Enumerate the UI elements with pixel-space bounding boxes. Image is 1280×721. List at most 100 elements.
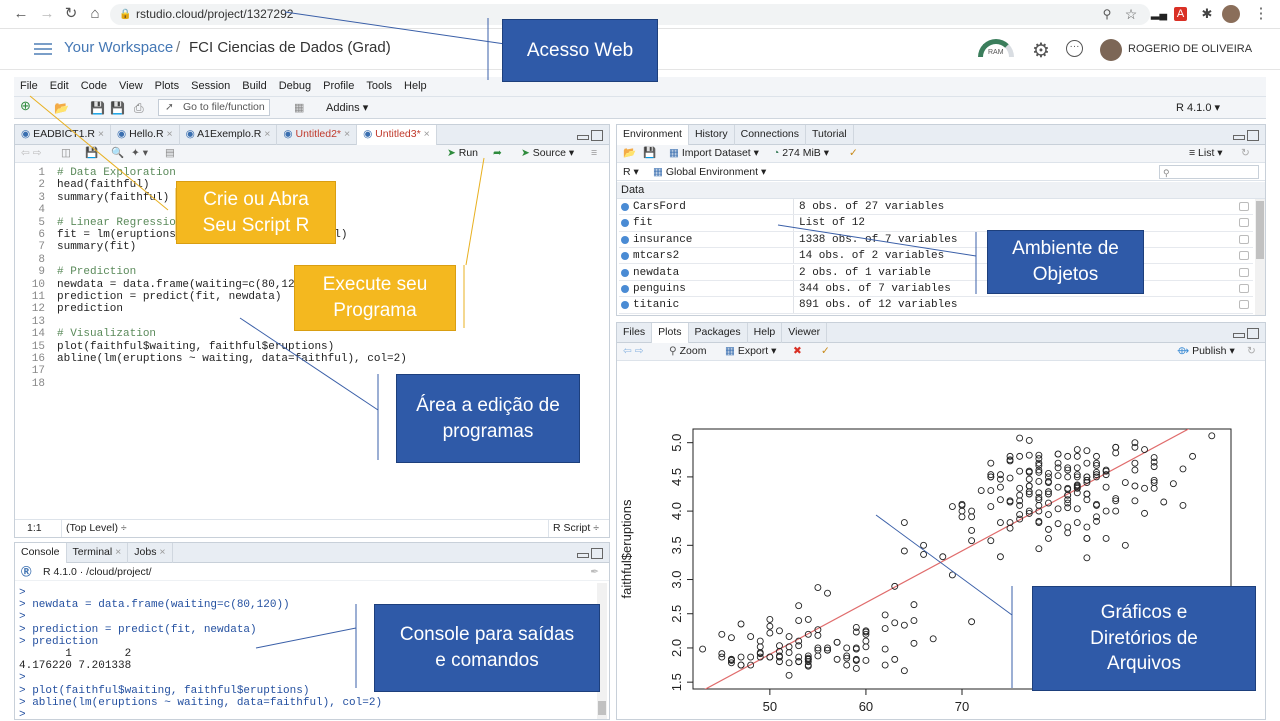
save-workspace-icon[interactable]: 💾: [643, 145, 656, 162]
expand-circle-icon[interactable]: [621, 235, 629, 244]
zoom-icon[interactable]: ⚲: [1098, 5, 1116, 23]
new-file-icon[interactable]: ⊕: [20, 98, 31, 114]
minimize-maximize-icon[interactable]: [1233, 328, 1259, 339]
env-search-input[interactable]: ⚲: [1159, 165, 1259, 179]
broom-icon[interactable]: ✓: [849, 145, 858, 162]
minimize-maximize-icon[interactable]: [577, 548, 603, 559]
tab-connections[interactable]: Connections: [735, 125, 806, 145]
nav-back-icon[interactable]: ⇦ ⇨: [21, 145, 42, 162]
import-dataset-button[interactable]: ▦ Import Dataset ▾: [669, 145, 759, 162]
refresh-icon[interactable]: ↻: [1241, 145, 1250, 162]
star-icon[interactable]: ☆: [1122, 5, 1140, 23]
rerun-icon[interactable]: ➦: [493, 145, 502, 162]
source-button[interactable]: ➤ Source ▾: [521, 145, 574, 162]
reload-icon[interactable]: ↻: [62, 5, 80, 23]
expand-circle-icon[interactable]: [621, 219, 629, 228]
run-button[interactable]: ➤ Run: [447, 145, 478, 162]
show-in-window-icon[interactable]: ◫: [61, 145, 71, 162]
profile-avatar[interactable]: [1222, 5, 1240, 23]
clear-console-icon[interactable]: ✒: [590, 563, 599, 581]
view-grid-icon[interactable]: [1239, 202, 1249, 211]
save-file-icon[interactable]: 💾: [85, 145, 98, 162]
menu-file[interactable]: File: [14, 77, 44, 96]
file-type-selector[interactable]: R Script ÷: [547, 520, 599, 537]
tab-jobs[interactable]: Jobs ×: [128, 543, 173, 563]
plot-nav-icon[interactable]: ⇦ ⇨: [623, 343, 644, 360]
tab-history[interactable]: History: [689, 125, 735, 145]
home-icon[interactable]: ⌂: [86, 5, 104, 23]
menu-help[interactable]: Help: [398, 77, 433, 96]
pdf-extension-icon[interactable]: A: [1174, 7, 1187, 21]
tab-terminal[interactable]: Terminal ×: [67, 543, 129, 563]
find-icon[interactable]: 🔍: [111, 145, 124, 162]
back-arrow-icon[interactable]: ←: [12, 5, 30, 23]
view-grid-icon[interactable]: [1239, 234, 1249, 244]
env-object-row[interactable]: fit List of 12: [619, 215, 1253, 232]
menu-code[interactable]: Code: [75, 77, 113, 96]
code-tools-icon[interactable]: ✦ ▾: [131, 145, 148, 162]
save-icon[interactable]: 💾: [90, 100, 105, 116]
menu-tools[interactable]: Tools: [360, 77, 398, 96]
tab-hello[interactable]: ◉ Hello.R ×: [111, 125, 180, 145]
menu-profile[interactable]: Profile: [317, 77, 360, 96]
env-scrollbar[interactable]: [1255, 199, 1265, 315]
view-grid-icon[interactable]: [1239, 218, 1249, 228]
goto-file-input[interactable]: ➚ Go to file/function: [158, 99, 270, 116]
hamburger-menu-icon[interactable]: [34, 43, 52, 55]
expand-circle-icon[interactable]: [621, 252, 629, 261]
expand-circle-icon[interactable]: [621, 285, 629, 293]
publish-button[interactable]: ⟴ Publish ▾: [1177, 343, 1235, 360]
puzzle-extensions-icon[interactable]: ✱: [1198, 5, 1216, 23]
tab-viewer[interactable]: Viewer: [782, 323, 828, 343]
memory-usage[interactable]: ◔ 274 MiB ▾: [773, 145, 829, 162]
workspace-link[interactable]: Your Workspace: [64, 39, 173, 56]
tab-tutorial[interactable]: Tutorial: [806, 125, 854, 145]
gear-icon[interactable]: ⚙: [1032, 38, 1050, 63]
tab-files[interactable]: Files: [617, 323, 653, 343]
ram-gauge[interactable]: RAM: [978, 39, 1016, 61]
env-object-row[interactable]: titanic 891 obs. of 12 variables: [619, 297, 1253, 314]
menu-build[interactable]: Build: [236, 77, 272, 96]
addins-button[interactable]: Addins ▾: [326, 100, 368, 116]
clear-plots-icon[interactable]: ✓: [821, 343, 830, 360]
view-grid-icon[interactable]: [1239, 267, 1249, 277]
signal-icon[interactable]: ▂▄: [1150, 5, 1168, 23]
scope-selector[interactable]: (Top Level) ÷: [61, 520, 127, 537]
tab-help[interactable]: Help: [748, 323, 783, 343]
tab-environment[interactable]: Environment: [617, 125, 689, 145]
tab-untitled3[interactable]: ◉ Untitled3* ×: [357, 125, 437, 145]
tab-plots[interactable]: Plots: [652, 323, 689, 343]
open-folder-icon[interactable]: 📂: [54, 100, 69, 116]
compile-report-icon[interactable]: ▤: [165, 145, 175, 162]
load-workspace-icon[interactable]: 📂: [623, 145, 636, 162]
env-object-row[interactable]: newdata 2 obs. of 1 variable: [619, 264, 1253, 281]
tab-a1exemplo[interactable]: ◉ A1Exemplo.R ×: [180, 125, 278, 145]
user-avatar[interactable]: [1100, 39, 1122, 61]
zoom-button[interactable]: ⚲ Zoom: [669, 343, 706, 360]
export-button[interactable]: ▦ Export ▾: [725, 343, 776, 360]
env-object-row[interactable]: CarsFord 8 obs. of 27 variables: [619, 199, 1253, 216]
list-view-button[interactable]: ≡ List ▾: [1189, 145, 1223, 162]
view-grid-icon[interactable]: [1239, 251, 1249, 261]
tab-packages[interactable]: Packages: [689, 323, 748, 343]
expand-circle-icon[interactable]: [621, 268, 629, 277]
minimize-maximize-icon[interactable]: [577, 130, 603, 141]
menu-edit[interactable]: Edit: [44, 77, 75, 96]
view-grid-icon[interactable]: [1239, 284, 1249, 293]
env-object-row[interactable]: insurance 1338 obs. of 7 variables: [619, 231, 1253, 249]
menu-debug[interactable]: Debug: [273, 77, 317, 96]
menu-view[interactable]: View: [113, 77, 149, 96]
kebab-menu-icon[interactable]: ⋮: [1252, 5, 1270, 23]
grid-icon[interactable]: ▦: [294, 100, 304, 116]
save-all-icon[interactable]: 💾: [110, 100, 125, 116]
refresh-icon[interactable]: ↻: [1247, 343, 1256, 360]
minimize-maximize-icon[interactable]: [1233, 130, 1259, 141]
tab-eadbict1[interactable]: ◉ EADBICT1.R ×: [15, 125, 112, 145]
env-object-row[interactable]: penguins 344 obs. of 7 variables: [619, 281, 1253, 298]
print-icon[interactable]: ⎙: [134, 100, 144, 116]
user-name[interactable]: ROGERIO DE OLIVEIRA: [1128, 43, 1252, 55]
tab-untitled2[interactable]: ◉ Untitled2* ×: [277, 125, 358, 145]
remove-plot-icon[interactable]: ✖: [793, 343, 802, 360]
outline-icon[interactable]: ≡: [591, 145, 597, 162]
language-selector[interactable]: R ▾: [623, 163, 639, 181]
